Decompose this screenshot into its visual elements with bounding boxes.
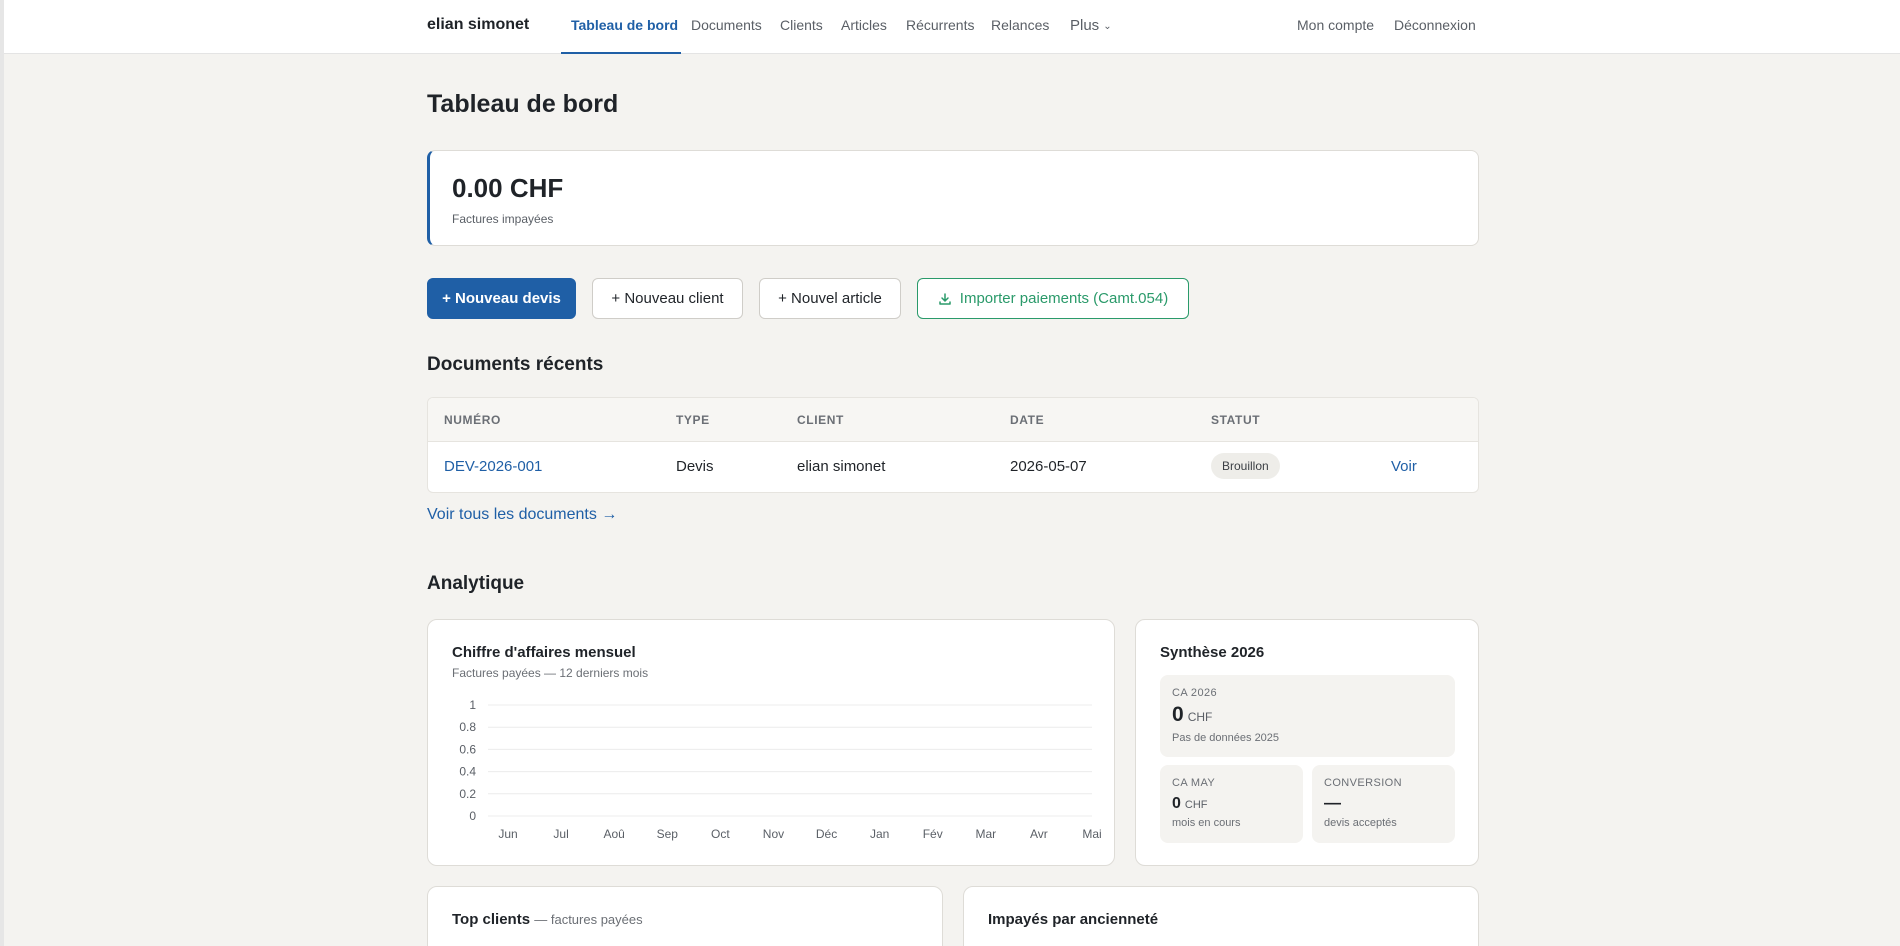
top-navigation: elian simonet Tableau de bord Documents … (4, 0, 1900, 54)
document-number-link[interactable]: DEV-2026-001 (444, 458, 542, 475)
y-tick-label: 0.4 (459, 765, 476, 779)
import-payments-label: Importer paiements (Camt.054) (959, 290, 1169, 307)
unpaid-label: Factures impayées (452, 212, 554, 226)
x-tick-label: Aoû (604, 827, 625, 841)
nav-tableau-de-bord[interactable]: Tableau de bord (571, 17, 678, 33)
conversion-value: — (1324, 793, 1341, 812)
ca-year-tile: CA 2026 0 CHF Pas de données 2025 (1160, 675, 1455, 757)
unpaid-amount: 0.00 CHF (452, 173, 564, 203)
nav-plus-label: Plus (1070, 17, 1100, 34)
synthesis-card: Synthèse 2026 CA 2026 0 CHF Pas de donnée… (1135, 619, 1479, 866)
nav-articles[interactable]: Articles (841, 17, 887, 33)
import-payments-button[interactable]: Importer paiements (Camt.054) (917, 278, 1189, 319)
chevron-down-icon: ⌄ (1103, 21, 1112, 32)
y-tick-label: 0.6 (459, 742, 476, 756)
conversion-note: devis acceptés (1324, 817, 1397, 829)
x-tick-label: Déc (816, 827, 837, 841)
ca-month-label: CA MAY (1172, 777, 1216, 789)
x-tick-label: Mar (975, 827, 996, 841)
ca-year-value: 0 (1172, 703, 1184, 726)
see-all-documents-link[interactable]: Voir tous les documents → (427, 506, 617, 524)
monthly-revenue-card: Chiffre d'affaires mensuel Factures payé… (427, 619, 1115, 866)
top-clients-title-row: Top clients — factures payées (452, 911, 643, 928)
nav-plus-menu[interactable]: Plus ⌄ (1070, 17, 1112, 34)
top-clients-title: Top clients (452, 911, 531, 928)
ca-year-value-row: 0 CHF (1172, 703, 1212, 727)
table-header: NUMÉRO TYPE CLIENT DATE STATUT (428, 398, 1478, 442)
document-date: 2026-05-07 (1010, 458, 1087, 475)
revenue-chart: 1 0.8 0.6 0.4 0.2 0 Jun Jul Aoû Sep Oct Nov Déc Jan Fé… (459, 698, 1101, 841)
ca-month-value-row: 0 CHF (1172, 795, 1208, 813)
nav-active-underline (561, 52, 681, 54)
ca-month-unit: CHF (1184, 799, 1208, 811)
document-client: elian simonet (797, 458, 886, 475)
download-icon (938, 292, 952, 306)
column-numero: NUMÉRO (444, 413, 501, 427)
column-type: TYPE (676, 413, 710, 427)
nav-deconnexion[interactable]: Déconnexion (1394, 17, 1476, 33)
new-client-button[interactable]: + Nouveau client (592, 278, 743, 319)
new-article-button[interactable]: + Nouvel article (759, 278, 901, 319)
view-document-link[interactable]: Voir (1391, 458, 1417, 475)
status-badge: Brouillon (1211, 453, 1280, 479)
top-clients-card: Top clients — factures payées (427, 886, 943, 946)
x-tick-label: Jan (870, 827, 889, 841)
unpaid-aging-title: Impayés par ancienneté (988, 911, 1159, 928)
x-tick-label: Jul (553, 827, 568, 841)
x-tick-label: Jun (498, 827, 517, 841)
column-date: DATE (1010, 413, 1045, 427)
document-type: Devis (676, 458, 714, 475)
ca-year-unit: CHF (1187, 710, 1213, 724)
brand-name: elian simonet (427, 16, 530, 33)
y-tick-label: 1 (469, 698, 476, 712)
column-statut: STATUT (1211, 413, 1261, 427)
x-tick-label: Mai (1082, 827, 1101, 841)
ca-year-label: CA 2026 (1172, 687, 1218, 699)
page-title: Tableau de bord (427, 90, 619, 118)
x-tick-label: Nov (763, 827, 784, 841)
x-tick-label: Sep (657, 827, 679, 841)
x-tick-label: Avr (1030, 827, 1048, 841)
synthesis-title: Synthèse 2026 (1160, 644, 1265, 661)
nav-clients[interactable]: Clients (780, 17, 823, 33)
y-tick-label: 0.8 (459, 720, 476, 734)
new-quote-button[interactable]: + Nouveau devis (427, 278, 576, 319)
recent-documents-title: Documents récents (427, 354, 604, 375)
conversion-tile: CONVERSION — devis acceptés (1312, 765, 1455, 843)
nav-mon-compte[interactable]: Mon compte (1297, 17, 1374, 33)
column-client: CLIENT (797, 413, 844, 427)
top-clients-subtitle: — factures payées (534, 912, 643, 927)
unpaid-invoices-card: 0.00 CHF Factures impayées (427, 150, 1479, 246)
nav-recurrents[interactable]: Récurrents (906, 17, 974, 33)
x-tick-label: Oct (711, 827, 730, 841)
recent-documents-table: NUMÉRO TYPE CLIENT DATE STATUT DEV-2026-… (427, 397, 1479, 493)
nav-documents[interactable]: Documents (691, 17, 762, 33)
ca-month-value: 0 (1172, 795, 1181, 812)
y-tick-label: 0 (469, 809, 476, 823)
unpaid-aging-card: Impayés par ancienneté (963, 886, 1479, 946)
ca-month-tile: CA MAY 0 CHF mois en cours (1160, 765, 1303, 843)
analytics-title: Analytique (427, 573, 525, 594)
y-tick-label: 0.2 (459, 787, 476, 801)
conversion-label: CONVERSION (1324, 777, 1402, 789)
nav-relances[interactable]: Relances (991, 17, 1049, 33)
ca-year-note: Pas de données 2025 (1172, 732, 1280, 744)
ca-month-note: mois en cours (1172, 817, 1241, 829)
x-tick-label: Fév (923, 827, 943, 841)
